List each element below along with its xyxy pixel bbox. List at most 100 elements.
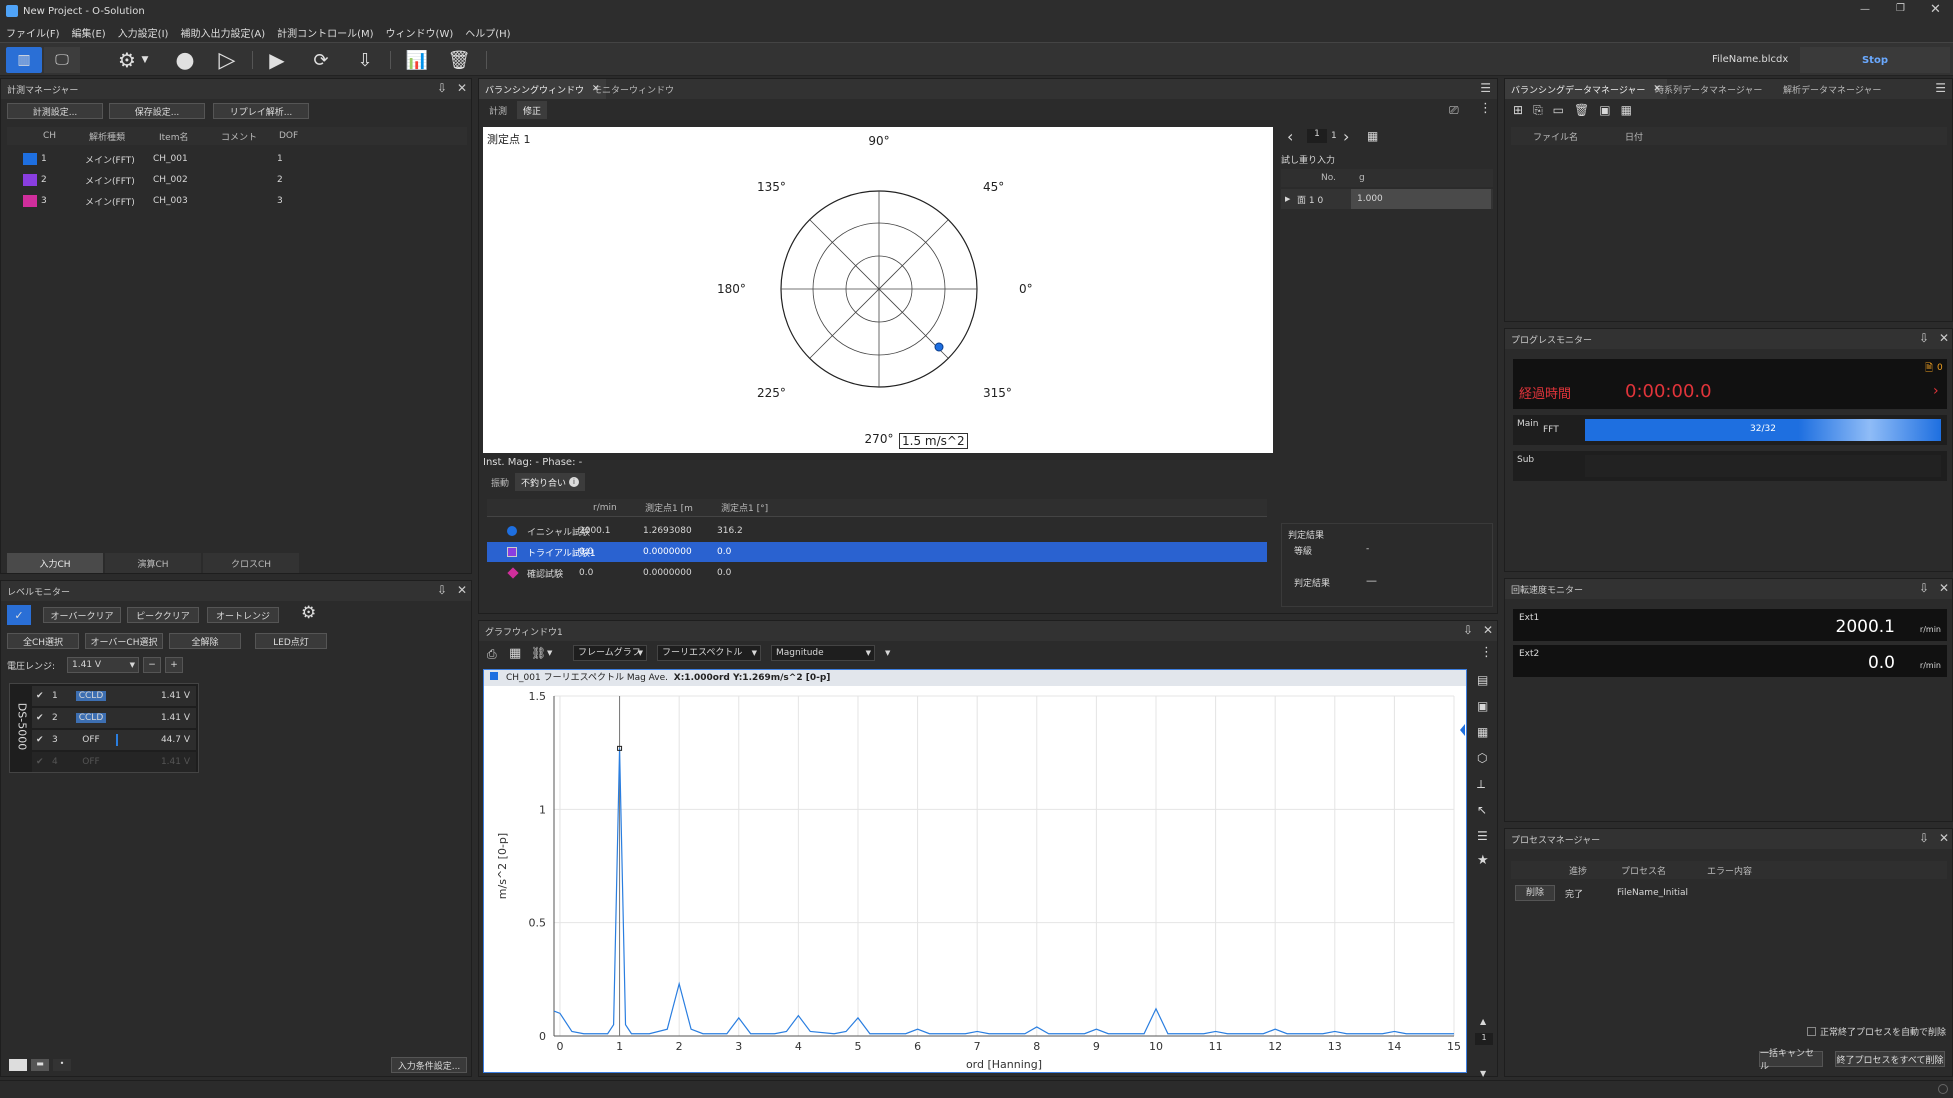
next-page-icon[interactable]: ›	[1343, 127, 1349, 146]
prev-page-icon[interactable]: ‹	[1287, 127, 1293, 146]
level-channel-row[interactable]: ✔ 2 CCLD 1.41 V	[32, 708, 196, 728]
image-icon[interactable]: ▣	[1599, 103, 1610, 118]
range-plus-button[interactable]: +	[165, 657, 183, 673]
close-icon[interactable]: ✕	[457, 583, 467, 597]
tab-cross-ch[interactable]: クロスCH	[203, 553, 299, 573]
menu-list-icon[interactable]: ☰	[1477, 829, 1488, 843]
auto-delete-checkbox[interactable]	[1807, 1027, 1816, 1036]
replay-analysis-button[interactable]: リプレイ解析...	[213, 103, 309, 119]
trash-icon[interactable]: 🗑	[1574, 103, 1589, 118]
magnitude-select[interactable]: Magnitude ▼	[771, 645, 875, 661]
restore-icon[interactable]: ❐	[1896, 3, 1905, 14]
input-conditions-button[interactable]: 入力条件設定...	[391, 1057, 467, 1073]
col-date[interactable]: 日付	[1625, 130, 1643, 143]
col-comment[interactable]: コメント	[221, 130, 257, 143]
col-progress[interactable]: 進捗	[1569, 864, 1587, 877]
trash-icon[interactable]: 🗑	[444, 47, 474, 73]
menu-input-settings[interactable]: 入力設定(I)	[118, 25, 169, 40]
channel-row[interactable]: 3 メイン(FFT) CH_003 3	[7, 191, 467, 211]
tab-monitor-window[interactable]: モニターウィンドウ	[587, 79, 680, 99]
tab-calc-ch[interactable]: 演算CH	[105, 553, 201, 573]
pin-icon[interactable]: ⇩	[1463, 623, 1473, 637]
col-ch[interactable]: CH	[43, 131, 56, 141]
pin-icon[interactable]: ⇩	[1919, 331, 1929, 345]
over-clear-button[interactable]: オーバークリア	[43, 607, 121, 623]
col-filename[interactable]: ファイル名	[1533, 130, 1578, 143]
menu-aux-io[interactable]: 補助入出力設定(A)	[180, 25, 265, 40]
cancel-all-button[interactable]: 一括キャンセル	[1759, 1049, 1823, 1072]
close-icon[interactable]: ✕	[1939, 331, 1949, 345]
tab-input-ch[interactable]: 入力CH	[7, 553, 103, 573]
pin-icon[interactable]: ⇩	[1919, 581, 1929, 595]
print-icon[interactable]: ⎙	[487, 647, 497, 662]
pin-icon[interactable]: ⇩	[1919, 831, 1929, 845]
cube-icon[interactable]: ⬡	[1477, 751, 1487, 765]
check-icon[interactable]: ✔	[36, 735, 44, 745]
range-minus-button[interactable]: −	[143, 657, 161, 673]
scroll-down-icon[interactable]: ▼	[1480, 1069, 1486, 1078]
expand-icon[interactable]: ▶	[1285, 195, 1290, 203]
scroll-up-icon[interactable]: ▲	[1480, 1017, 1486, 1026]
channel-row[interactable]: 1 メイン(FFT) CH_001 1	[7, 149, 467, 169]
close-icon[interactable]: ✕	[1939, 831, 1949, 845]
run-analysis-button[interactable]: ▶	[262, 47, 292, 73]
replay-button[interactable]: ⟳	[306, 47, 336, 73]
col-rpm[interactable]: r/min	[593, 503, 617, 513]
menu-help[interactable]: ヘルプ(H)	[465, 25, 510, 40]
document-icon[interactable]: 🗎	[1925, 361, 1933, 378]
link-icon[interactable]: ⛓	[531, 646, 546, 660]
menu-edit[interactable]: 編集(E)	[72, 25, 106, 40]
small-view-icon[interactable]: •	[53, 1059, 71, 1071]
frame-graph-select[interactable]: フレームグラフ ▼	[573, 645, 647, 661]
table-icon[interactable]: ▦	[1621, 103, 1632, 118]
delete-finished-button[interactable]: 終了プロセスをすべて削除	[1835, 1051, 1945, 1067]
play-button[interactable]: ▷	[212, 47, 242, 73]
tab-vibration[interactable]: 振動	[485, 473, 515, 491]
level-channel-row[interactable]: ✔ 4 OFF 1.41 V	[32, 752, 196, 772]
col-type[interactable]: 解析種類	[89, 130, 125, 143]
star-icon[interactable]: ★	[1477, 853, 1489, 868]
level-ch-mode[interactable]: CCLD	[76, 691, 106, 701]
settings-dropdown-icon[interactable]: ▼	[138, 47, 152, 73]
pin-icon[interactable]: ⇩	[437, 583, 447, 597]
page-current[interactable]: 1	[1307, 129, 1327, 143]
chart-button[interactable]: 📊	[402, 47, 432, 73]
deselect-all-button[interactable]: 全解除	[169, 633, 241, 649]
info-icon[interactable]: i	[569, 477, 580, 487]
menu-icon[interactable]: ☰	[1480, 81, 1491, 95]
col-item[interactable]: Item名	[159, 130, 189, 143]
spectrum-chart[interactable]: 0 1 2 3 4 5 6 7 8 9 10 11 12 13 14 1500.511.5ord [Hanni…	[484, 686, 1466, 1072]
result-row-confirm[interactable]: 確認試験 0.0 0.0000000 0.0	[487, 563, 1267, 583]
col-phase[interactable]: 測定点1 [°]	[721, 501, 768, 514]
save-settings-button[interactable]: 保存設定...	[109, 103, 205, 119]
col-mag[interactable]: 測定点1 [m	[645, 501, 693, 514]
process-row[interactable]: 削除 完了 FileName_Initial	[1511, 883, 1947, 903]
col-process-name[interactable]: プロセス名	[1621, 864, 1666, 877]
chevron-down-icon[interactable]: ▼	[885, 649, 890, 657]
measure-settings-button[interactable]: 計測設定...	[7, 103, 103, 119]
tab-unbalance[interactable]: 不釣り合い i	[515, 473, 586, 491]
minimize-icon[interactable]: —	[1860, 4, 1870, 15]
channel-row[interactable]: 2 メイン(FFT) CH_002 2	[7, 170, 467, 190]
menu-window[interactable]: ウィンドウ(W)	[386, 25, 454, 40]
check-icon[interactable]: ✔	[36, 757, 44, 767]
menu-icon[interactable]: ☰	[1935, 81, 1946, 95]
led-on-button[interactable]: LED点灯	[255, 633, 327, 649]
check-icon[interactable]: ✔	[36, 713, 44, 723]
stop-button[interactable]: Stop	[1800, 47, 1950, 73]
close-icon[interactable]: ✕	[1483, 623, 1493, 637]
result-row-initial[interactable]: イニシャル試験 2000.1 1.2693080 316.2	[487, 521, 1267, 541]
select-all-ch-button[interactable]: 全CH選択	[7, 633, 79, 649]
table-view-icon[interactable]: ▦	[1367, 129, 1378, 143]
tab-measure[interactable]: 計測	[483, 101, 513, 119]
folder-icon[interactable]: ▭	[1553, 103, 1564, 118]
check-icon[interactable]: ✔	[36, 691, 44, 701]
level-channel-row[interactable]: ✔ 1 CCLD 1.41 V	[32, 686, 196, 706]
tab-timeseries-data-manager[interactable]: 時系列データマネージャー	[1649, 79, 1768, 99]
level-ch-mode[interactable]: CCLD	[76, 713, 106, 723]
export-button[interactable]: ⇩	[350, 47, 380, 73]
range-select[interactable]: 1.41 V ▼	[67, 657, 139, 673]
chevron-down-icon[interactable]: ▼	[547, 649, 552, 657]
trial-weight-value[interactable]: 1.000	[1351, 189, 1491, 209]
level-settings-gear-icon[interactable]: ⚙	[301, 603, 316, 623]
